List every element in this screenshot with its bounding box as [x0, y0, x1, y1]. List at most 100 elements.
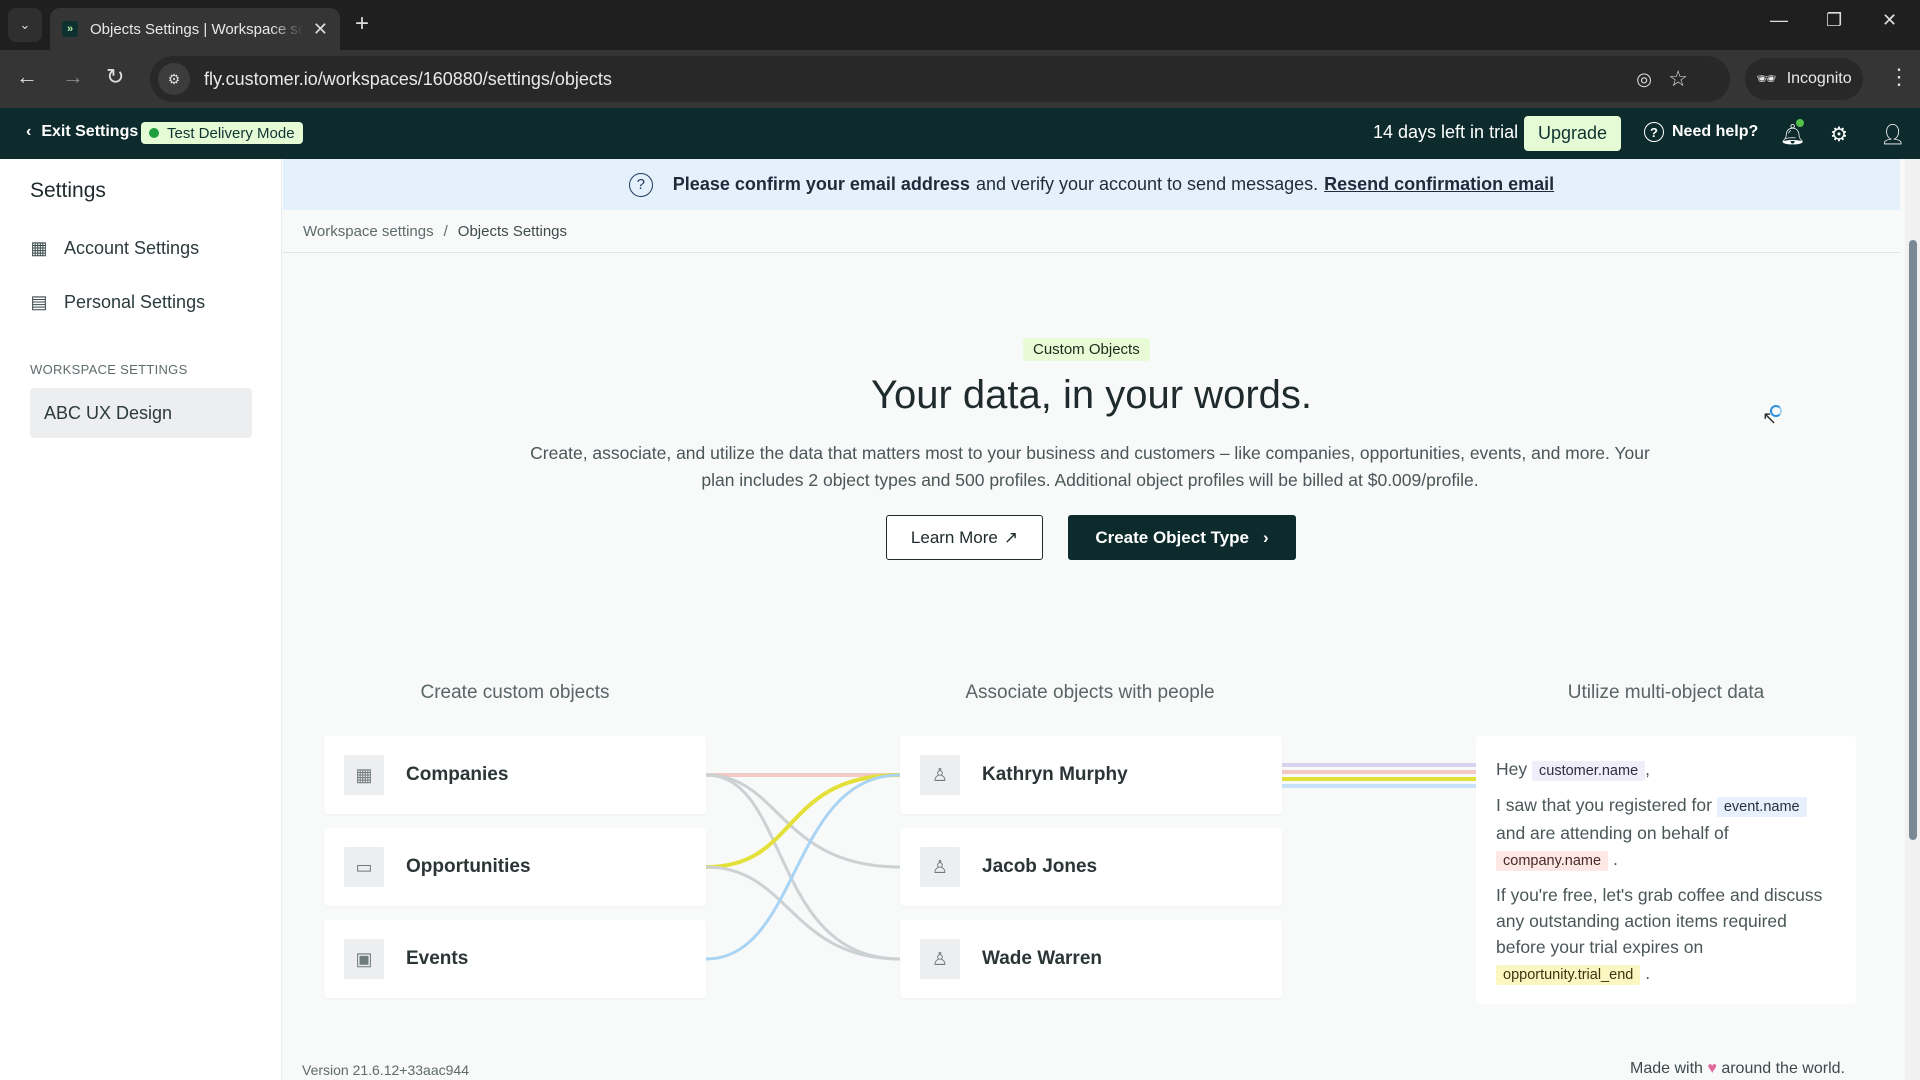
eye-off-icon[interactable]: ◎	[1636, 69, 1652, 90]
forward-icon[interactable]: →	[62, 64, 84, 90]
sidebar-item-label: Account Settings	[64, 237, 200, 258]
tab-title: Objects Settings | Workspace settings	[90, 20, 303, 38]
site-info-icon[interactable]: ⚙	[158, 63, 190, 95]
upgrade-button[interactable]: Upgrade	[1524, 116, 1622, 151]
create-object-type-button[interactable]: Create Object Type ›	[1068, 515, 1296, 560]
utilize-data-heading: Utilize multi-object data	[1567, 682, 1765, 703]
message-text: and are attending on behalf of	[1496, 823, 1729, 843]
person-label: Wade Warren	[982, 948, 1103, 969]
trial-status: 14 days left in trial	[1373, 122, 1519, 142]
create-custom-objects-heading: Create custom objects	[420, 682, 610, 703]
banner-bold-text: Please confirm your email address	[672, 174, 970, 194]
restore-icon[interactable]: ❐	[1826, 10, 1842, 31]
status-dot-icon	[149, 128, 159, 138]
need-help-button[interactable]: ? Need help?	[1644, 122, 1758, 142]
link-companies-wade	[705, 773, 901, 961]
test-delivery-mode-badge[interactable]: Test Delivery Mode	[141, 122, 303, 144]
message-line-opportunity: If you're free, let's grab coffee and di…	[1496, 882, 1836, 988]
building-icon: ▦	[30, 237, 48, 258]
object-card-companies[interactable]: ▦ Companies	[324, 736, 706, 814]
chevron-left-icon: ‹	[26, 123, 32, 140]
building-icon: ▦	[344, 755, 384, 795]
person-icon: ♙	[920, 939, 960, 979]
help-circle-icon: ?	[1644, 122, 1664, 142]
id-card-icon: ▭	[344, 847, 384, 887]
address-bar[interactable]: ⚙ fly.customer.io/workspaces/160880/sett…	[150, 56, 1730, 102]
learn-more-label: Learn More	[910, 527, 998, 547]
reload-icon[interactable]: ↻	[106, 64, 124, 90]
token-opportunity-trial-end: opportunity.trial_end	[1496, 965, 1641, 985]
object-label: Events	[406, 948, 469, 969]
exit-settings-button[interactable]: ‹ Exit Settings	[26, 123, 138, 141]
sidebar-title: Settings	[30, 179, 106, 202]
browser-menu-icon[interactable]: ⋮	[1888, 64, 1910, 90]
custom-objects-pill: Custom Objects	[1023, 338, 1150, 361]
made-with-love-text: Made with ♥ around the world.	[1630, 1060, 1845, 1078]
person-icon: ♙	[920, 847, 960, 887]
incognito-badge[interactable]: 🕶 Incognito	[1745, 58, 1863, 100]
gear-icon[interactable]: ⚙	[1830, 122, 1848, 147]
learn-more-button[interactable]: Learn More ↗	[886, 515, 1043, 560]
token-event-name: event.name	[1716, 797, 1807, 817]
page-description: Create, associate, and utilize the data …	[530, 443, 1650, 490]
incognito-icon: 🕶	[1756, 71, 1777, 88]
object-card-events[interactable]: ▣ Events	[324, 920, 706, 998]
customerio-favicon-icon: »	[62, 21, 78, 37]
sidebar-item-workspace[interactable]: ABC UX Design	[30, 388, 252, 438]
tab-list-button[interactable]: ⌄	[8, 8, 42, 42]
create-object-type-label: Create Object Type	[1095, 527, 1249, 547]
browser-tab-bar: ⌄ » Objects Settings | Workspace setting…	[0, 0, 1920, 50]
person-card-wade-warren[interactable]: ♙ Wade Warren	[900, 920, 1282, 998]
notification-dot	[1796, 119, 1804, 127]
external-link-icon: ↗	[1003, 527, 1019, 547]
breadcrumb-workspace-settings[interactable]: Workspace settings	[303, 223, 434, 240]
person-card-kathryn-murphy[interactable]: ♙ Kathryn Murphy	[900, 736, 1282, 814]
breadcrumb: Workspace settings / Objects Settings	[283, 210, 1900, 253]
back-icon[interactable]: ←	[16, 64, 38, 90]
rainbow-heart-icon: ♥	[1707, 1060, 1717, 1077]
app-header: ‹ Exit Settings Test Delivery Mode 14 da…	[0, 108, 1920, 159]
person-icon: ♙	[920, 755, 960, 795]
link-events-kathryn	[705, 773, 901, 961]
chevron-down-icon: ⌄	[19, 17, 31, 32]
url-text[interactable]: fly.customer.io/workspaces/160880/settin…	[204, 69, 612, 90]
token-customer-name: customer.name	[1532, 761, 1646, 781]
person-card-jacob-jones[interactable]: ♙ Jacob Jones	[900, 828, 1282, 906]
object-card-opportunities[interactable]: ▭ Opportunities	[324, 828, 706, 906]
link-companies-jacob	[705, 773, 901, 869]
sidebar-item-label: Personal Settings	[64, 291, 206, 312]
close-tab-icon[interactable]: ✕	[313, 19, 328, 40]
link-opportunities-kathryn	[705, 773, 901, 869]
person-label: Jacob Jones	[982, 856, 1098, 877]
resend-confirmation-link[interactable]: Resend confirmation email	[1324, 174, 1554, 195]
minimize-icon[interactable]: —	[1770, 10, 1788, 31]
made-with-suffix: around the world.	[1721, 1060, 1845, 1077]
message-preview-card: Hey customer.name, I saw that you regist…	[1476, 736, 1856, 1004]
sidebar-item-personal-settings[interactable]: ▤ Personal Settings	[28, 291, 205, 313]
browser-toolbar: ← → ↻ ⚙ fly.customer.io/workspaces/16088…	[0, 50, 1920, 108]
sidebar-item-account-settings[interactable]: ▦ Account Settings	[28, 237, 199, 259]
message-text: I saw that you registered for	[1496, 795, 1712, 815]
window-close-icon[interactable]: ✕	[1882, 10, 1897, 31]
scrollbar-thumb[interactable]	[1909, 240, 1917, 840]
incognito-label: Incognito	[1786, 70, 1852, 87]
personal-settings-icon: ▤	[30, 291, 48, 312]
user-profile-icon[interactable]: 👤︎	[1880, 122, 1905, 147]
loading-spinner-icon	[1770, 405, 1782, 417]
exit-settings-label: Exit Settings	[41, 123, 139, 140]
browser-tab[interactable]: » Objects Settings | Workspace settings …	[50, 8, 340, 50]
message-text: Hey	[1496, 759, 1528, 779]
version-text: Version 21.6.12+33aac944	[302, 1062, 469, 1078]
message-text: ,	[1645, 759, 1651, 779]
message-text: .	[1612, 849, 1618, 869]
settings-sidebar: Settings ▦ Account Settings ▤ Personal S…	[0, 159, 282, 1080]
object-label: Opportunities	[406, 856, 531, 877]
message-line-greeting: Hey customer.name,	[1496, 756, 1836, 784]
made-with-prefix: Made with	[1630, 1060, 1703, 1077]
person-label: Kathryn Murphy	[982, 764, 1128, 785]
bookmark-star-icon[interactable]: ☆	[1668, 66, 1688, 92]
chevron-right-icon: ›	[1263, 527, 1269, 547]
breadcrumb-separator: /	[443, 222, 448, 240]
help-circle-icon: ?	[628, 172, 653, 197]
new-tab-button[interactable]: +	[355, 10, 369, 38]
